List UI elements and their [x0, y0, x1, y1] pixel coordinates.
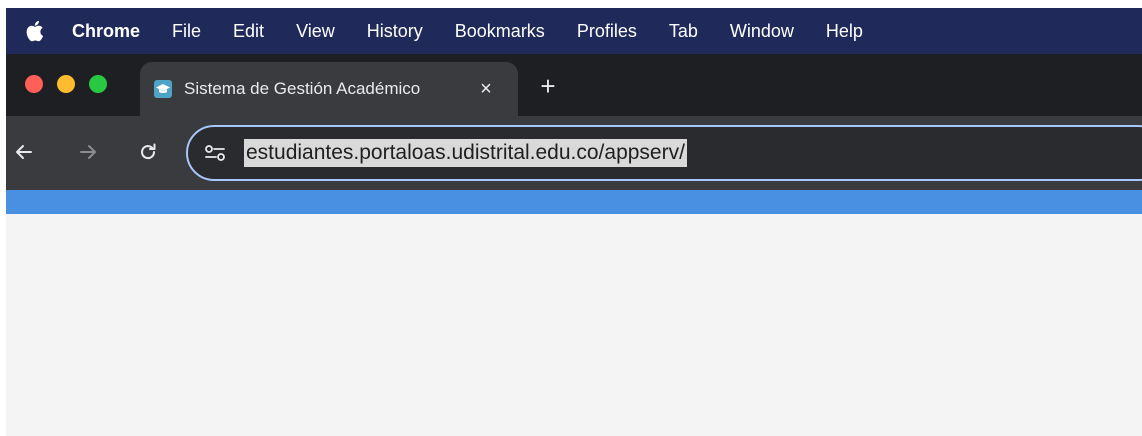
macos-menu-bar: Chrome File Edit View History Bookmarks … [6, 8, 1142, 54]
reload-icon[interactable] [134, 138, 162, 166]
menu-file[interactable]: File [172, 21, 201, 42]
menu-edit[interactable]: Edit [233, 21, 264, 42]
menu-history[interactable]: History [367, 21, 423, 42]
active-tab[interactable]: Sistema de Gestión Académico × [140, 62, 518, 116]
back-arrow-icon[interactable] [10, 138, 38, 166]
url-text[interactable]: estudiantes.portaloas.udistrital.edu.co/… [244, 139, 687, 167]
menu-app-name[interactable]: Chrome [72, 21, 140, 42]
zoom-window-button[interactable] [89, 75, 107, 93]
menu-profiles[interactable]: Profiles [577, 21, 637, 42]
graduation-cap-icon [154, 80, 172, 98]
new-tab-button[interactable]: + [534, 72, 562, 100]
menu-view[interactable]: View [296, 21, 335, 42]
menu-tab[interactable]: Tab [669, 21, 698, 42]
apple-menu-icon[interactable] [24, 19, 44, 43]
site-settings-icon[interactable] [202, 142, 228, 164]
forward-arrow-icon[interactable] [74, 138, 102, 166]
tab-close-icon[interactable]: × [474, 78, 498, 101]
menu-bookmarks[interactable]: Bookmarks [455, 21, 545, 42]
browser-toolbar: estudiantes.portaloas.udistrital.edu.co/… [6, 116, 1142, 190]
tab-title: Sistema de Gestión Académico [184, 79, 421, 98]
menu-window[interactable]: Window [730, 21, 794, 42]
page-header-strip [6, 190, 1142, 214]
address-bar[interactable]: estudiantes.portaloas.udistrital.edu.co/… [186, 125, 1142, 181]
screen: Chrome File Edit View History Bookmarks … [0, 0, 1142, 436]
tab-strip: Sistema de Gestión Académico × + [6, 54, 1142, 116]
page-content [6, 214, 1142, 436]
minimize-window-button[interactable] [57, 75, 75, 93]
menu-help[interactable]: Help [826, 21, 863, 42]
close-window-button[interactable] [25, 75, 43, 93]
